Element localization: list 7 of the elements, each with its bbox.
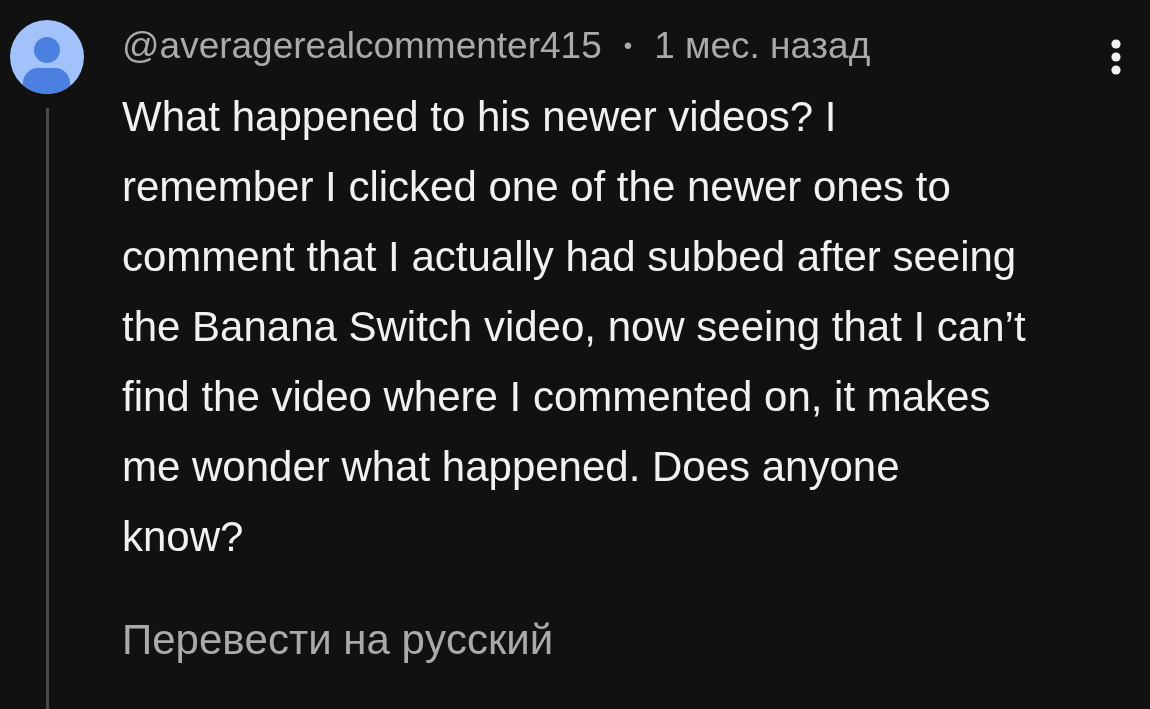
kebab-menu-icon[interactable]	[1111, 39, 1121, 75]
author-name[interactable]: @averagerealcommenter415	[122, 22, 602, 70]
comment-text: What happened to his newer videos? I remember I clicked one of the newer ones to comment that I actually had subbed after seeing the Banana Switch video, now seeing that I can’t find the video where I commented on, it makes me wonder what happened. Does anyone know?	[122, 92, 1027, 562]
translate-link[interactable]: Перевести на русский	[122, 616, 554, 664]
avatar-silhouette-icon[interactable]	[10, 20, 84, 94]
separator-dot: •	[623, 31, 633, 61]
comment-time: 1 мес. назад	[654, 24, 871, 68]
